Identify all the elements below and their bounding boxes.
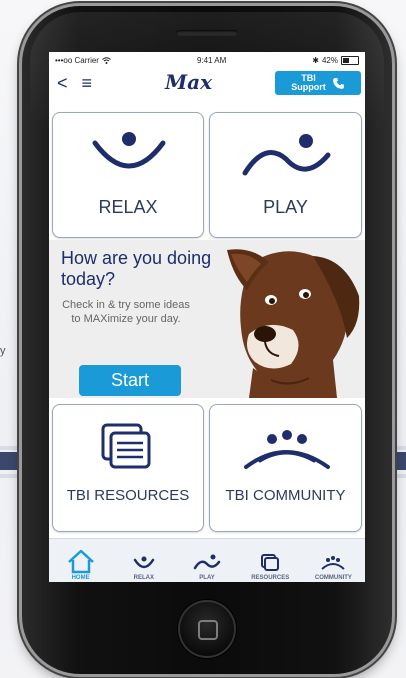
tbi-support-label: TBI Support [291, 74, 326, 92]
tab-play-label: PLAY [199, 575, 215, 581]
phone-frame: •••oo Carrier 9:41 AM ✱ 42% < ≡ Max TBI … [22, 6, 392, 674]
tab-resources[interactable]: RESOURCES [239, 539, 302, 582]
tbi-resources-label: TBI RESOURCES [66, 487, 190, 504]
tab-relax-label: RELAX [133, 575, 154, 581]
phone-icon [332, 77, 344, 89]
resources-icon [101, 423, 151, 469]
menu-button[interactable]: ≡ [82, 73, 93, 94]
battery-icon [340, 55, 359, 65]
tbi-community-tile[interactable]: TBI COMMUNITY [209, 404, 362, 532]
tbi-community-label: TBI COMMUNITY [225, 487, 346, 504]
tab-home-label: HOME [71, 575, 90, 581]
tab-community-label: COMMUNITY [314, 575, 352, 581]
wifi-icon [102, 56, 111, 64]
play-icon [193, 554, 221, 570]
battery-percent: 42% [321, 55, 338, 65]
checkin-question: How are you doing today? [61, 248, 212, 289]
dog-mascot-illustration [227, 249, 360, 398]
play-icon [242, 134, 331, 176]
background-text-fragment: y [0, 345, 6, 357]
tab-resources-label: RESOURCES [251, 575, 290, 581]
app-screen: •••oo Carrier 9:41 AM ✱ 42% < ≡ Max TBI … [49, 52, 365, 582]
start-button[interactable]: Start [79, 365, 181, 396]
checkin-section: How are you doing today? Check in & try … [49, 240, 365, 398]
bluetooth-icon: ✱ [312, 55, 319, 65]
community-icon [321, 556, 346, 570]
tab-home[interactable]: HOME [49, 539, 112, 582]
carrier-label: •••oo Carrier [55, 55, 99, 65]
relax-tile[interactable]: RELAX [52, 112, 204, 238]
phone-earpiece [176, 30, 238, 36]
home-button-square-icon [198, 620, 218, 640]
phone-home-button[interactable] [178, 600, 236, 658]
play-label: PLAY [263, 197, 308, 217]
tbi-resources-tile[interactable]: TBI RESOURCES [52, 404, 204, 532]
play-tile[interactable]: PLAY [209, 112, 362, 238]
tab-relax[interactable]: RELAX [112, 539, 175, 582]
tab-play[interactable]: PLAY [175, 539, 238, 582]
relax-label: RELAX [98, 197, 158, 217]
community-icon [244, 430, 330, 469]
support-line2: Support [291, 82, 326, 92]
relax-icon [92, 132, 166, 169]
tbi-support-button[interactable]: TBI Support [275, 71, 361, 95]
status-left: •••oo Carrier [55, 56, 111, 65]
bottom-tab-bar: HOME RELAX PLAY RESOURCES COMMUNITY [49, 538, 365, 582]
checkin-subtext: Check in & try some ideas to MAXimize yo… [62, 299, 190, 325]
app-logo: Max [165, 70, 213, 94]
home-icon [67, 549, 94, 574]
status-right: ✱ 42% [312, 55, 359, 65]
app-header: < ≡ Max TBI Support [49, 68, 365, 98]
resources-icon [261, 554, 280, 571]
relax-icon [133, 556, 155, 569]
tab-community[interactable]: COMMUNITY [302, 539, 365, 582]
status-time: 9:41 AM [196, 55, 227, 65]
status-bar: •••oo Carrier 9:41 AM ✱ 42% [49, 52, 365, 68]
back-button[interactable]: < [57, 73, 68, 94]
